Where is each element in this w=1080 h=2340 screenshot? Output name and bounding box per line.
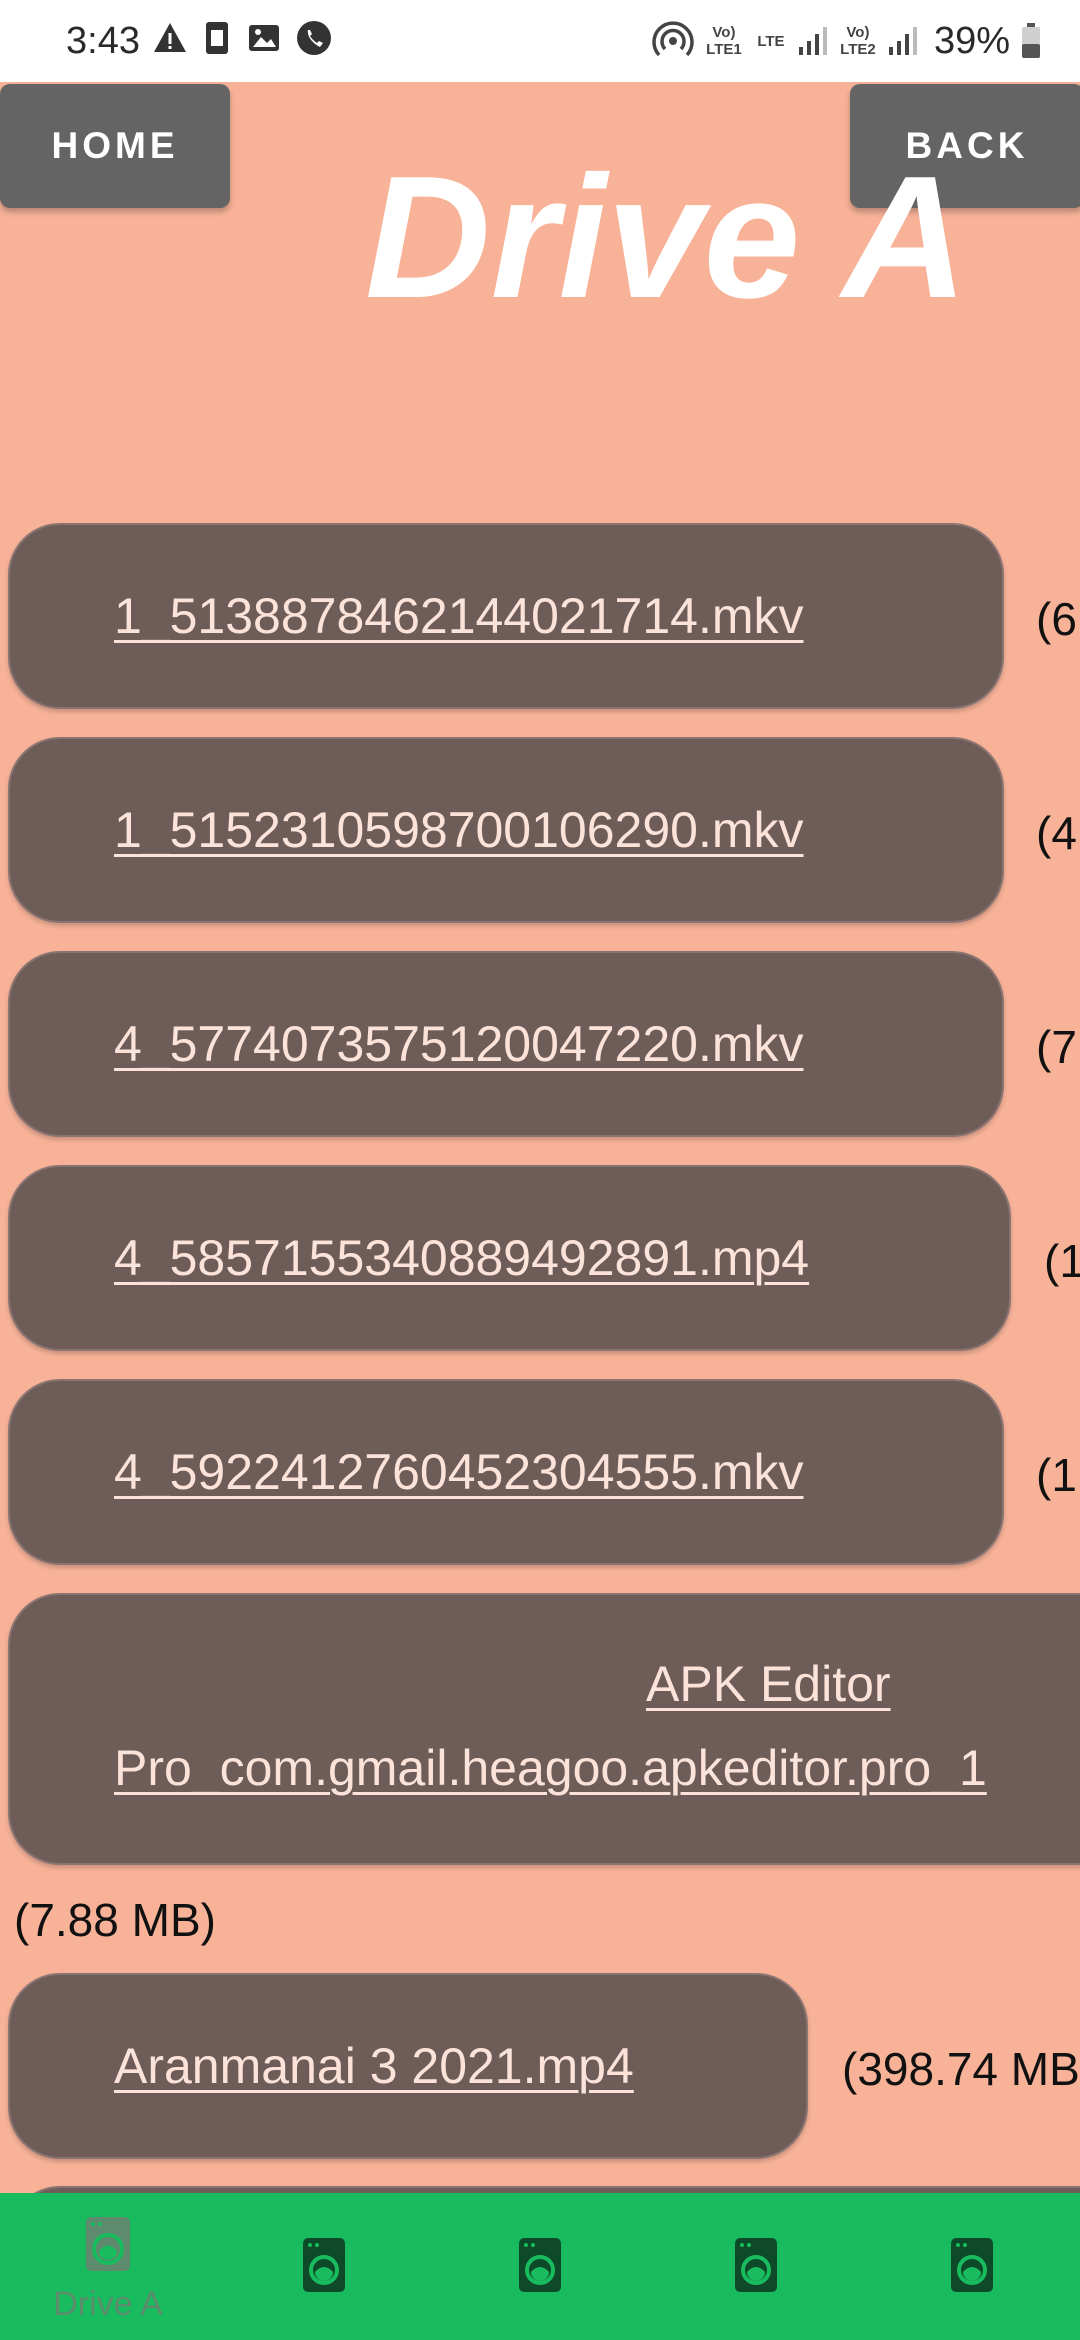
file-name: 1_5138878462144021714.mkv [114,588,804,644]
signal-icon [888,27,917,55]
file-button[interactable]: 4_5857155340889492891.mp4 [8,1165,1011,1351]
status-notification-icons [152,20,332,56]
page-title: Drive A [365,139,968,334]
battery-icon [1022,23,1040,58]
nav-item-drive-a[interactable]: Drive A [0,2193,216,2340]
bottom-nav: Drive A [0,2193,1080,2340]
file-size: (4 [1036,807,1077,859]
battery-percent: 39% [933,19,1010,62]
nav-item[interactable] [648,2193,864,2340]
file-name: 4_5922412760452304555.mkv [114,1444,804,1500]
status-bar: 3:43 Vo) LTE1 LTE Vo) LTE2 39% [0,0,1080,82]
sim1-label: Vo) LTE1 [706,24,742,58]
sim-icon [206,22,228,54]
file-size: (1 [1036,1449,1077,1501]
lte-label: LTE [757,32,785,50]
signal-icon [798,27,827,55]
file-button[interactable]: 4_5774073575120047220.mkv [8,951,1004,1137]
sim2-label: Vo) LTE2 [840,24,876,58]
file-name: 1_5152310598700106290.mkv [114,802,804,858]
file-name: 4_5857155340889492891.mp4 [114,1230,810,1286]
hotspot-icon [652,21,694,57]
file-button[interactable]: Aranmanai 3 2021.mp4 [8,1973,808,2159]
washing-machine-icon [86,2217,130,2271]
file-name: Aranmanai 3 2021.mp4 [114,2038,634,2094]
file-button[interactable]: APK Editor Pro_com.gmail.heagoo.apkedito… [8,1593,1080,1865]
warning-icon [154,23,186,52]
home-button[interactable]: HOME [0,84,230,208]
image-icon [249,25,279,51]
nav-item[interactable] [432,2193,648,2340]
file-button[interactable]: 1_5138878462144021714.mkv [8,523,1004,709]
nav-label: Drive A [53,2285,163,2323]
file-name: 4_5774073575120047220.mkv [114,1016,804,1072]
nav-item[interactable] [864,2193,1080,2340]
status-system-icons: Vo) LTE1 LTE Vo) LTE2 39% [652,14,1042,68]
phone-icon [297,21,331,55]
washing-machine-icon [735,2238,777,2292]
file-name-line1: APK Editor [646,1656,891,1712]
status-time: 3:43 [66,20,140,62]
nav-item[interactable] [216,2193,432,2340]
file-button[interactable]: 4_5922412760452304555.mkv [8,1379,1004,1565]
file-size: (6 [1036,593,1077,645]
washing-machine-icon [303,2238,345,2292]
file-size: (398.74 MB [842,2043,1080,2095]
washing-machine-icon [951,2238,993,2292]
file-size: (1 [1044,1235,1080,1287]
washing-machine-icon [519,2238,561,2292]
file-button[interactable]: 1_5152310598700106290.mkv [8,737,1004,923]
file-size: (7.88 MB) [14,1894,216,1946]
file-size: (7 [1036,1021,1077,1073]
file-name-line2: Pro_com.gmail.heagoo.apkeditor.pro_1 [114,1740,987,1796]
